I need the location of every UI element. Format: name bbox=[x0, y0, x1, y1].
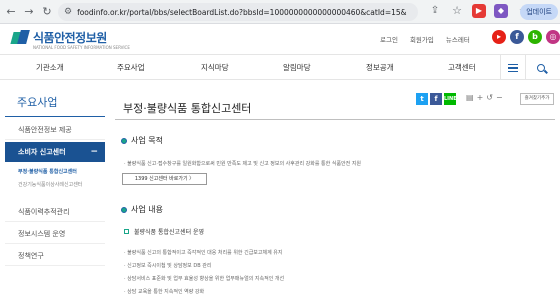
sidebar-item-traceability[interactable]: 식품이력추적관리 bbox=[5, 202, 105, 222]
report-center-link-button[interactable]: 1399 신고센터 바로가기 〉 bbox=[122, 173, 207, 185]
section-heading-text: 사업 목적 bbox=[131, 136, 163, 145]
twitter-icon[interactable]: t bbox=[416, 93, 428, 105]
update-button[interactable]: 업데이트 bbox=[520, 4, 558, 20]
sidebar-item-food-safety-info[interactable]: 식품안전정보 제공 bbox=[5, 120, 105, 140]
extension-purple-icon[interactable]: ◆ bbox=[494, 4, 508, 18]
sidebar-item-info-system[interactable]: 정보시스템 운영 bbox=[5, 224, 105, 244]
section-content-heading: 사업 내용 bbox=[121, 204, 163, 215]
sidebar-item-policy-research[interactable]: 정책연구 bbox=[5, 246, 105, 266]
logo-mark-icon bbox=[10, 29, 30, 46]
list-item: · 상담 교육을 통한 지속적인 역량 강화 bbox=[124, 289, 205, 295]
zoom-in-icon[interactable]: + bbox=[477, 93, 484, 102]
collapse-icon[interactable]: − bbox=[90, 142, 98, 162]
signup-link[interactable]: 회원가입 bbox=[410, 34, 434, 44]
extension-red-icon[interactable]: ▶ bbox=[472, 4, 486, 18]
site-logo[interactable]: 식품안전정보원 bbox=[10, 29, 107, 46]
sidebar-divider bbox=[5, 116, 105, 117]
zoom-reset-icon[interactable]: ↺ bbox=[486, 93, 493, 102]
newsletter-link[interactable]: 뉴스레터 bbox=[446, 34, 470, 44]
share-page-icon[interactable]: ⇪ bbox=[428, 4, 442, 18]
sidebar-subitem-fraud-report[interactable]: 부정·불량식품 통합신고센터 bbox=[5, 168, 105, 175]
blog-icon[interactable]: b bbox=[528, 30, 542, 44]
facebook-icon[interactable]: f bbox=[510, 30, 524, 44]
sidebar-item-label: 소비자 신고센터 bbox=[18, 148, 66, 156]
section-purpose-heading: 사업 목적 bbox=[121, 135, 163, 146]
title-divider bbox=[115, 119, 555, 120]
subsection-heading: 불량식품 통합신고센터 운영 bbox=[124, 227, 204, 236]
list-item: · 신고정보 즉시이첩 및 상담정보 DB 관리 bbox=[124, 263, 212, 269]
bookmark-star-icon[interactable]: ☆ bbox=[450, 4, 464, 18]
reload-icon[interactable]: ↻ bbox=[40, 5, 54, 19]
add-favorite-button[interactable]: 즐겨찾기추가 bbox=[520, 93, 554, 105]
sidebar-subitem-health-food-report[interactable]: 건강기능식품이상사례신고센터 bbox=[5, 181, 105, 188]
address-bar[interactable]: ⚙ foodinfo.or.kr/portal/bbs/selectBoardL… bbox=[58, 3, 418, 21]
print-icon[interactable]: ▤ bbox=[466, 93, 474, 102]
browser-toolbar: ← → ↻ ⚙ foodinfo.or.kr/portal/bbs/select… bbox=[0, 0, 560, 24]
site-info-icon[interactable]: ⚙ bbox=[64, 7, 72, 17]
list-item: · 불량식품 신고의 통합적이고 즉각적인 대응 처리를 위한 긴급보고체계 유… bbox=[124, 250, 283, 256]
checkbox-square-icon bbox=[124, 229, 129, 234]
forward-icon[interactable]: → bbox=[22, 5, 36, 19]
sidebar-item-consumer-report[interactable]: 소비자 신고센터 − bbox=[5, 142, 105, 162]
global-nav: 기관소개 주요사업 지식마당 알림마당 정보공개 고객센터 bbox=[0, 54, 560, 80]
all-menu-button[interactable] bbox=[500, 55, 526, 80]
section-bullet-icon bbox=[121, 206, 127, 213]
back-icon[interactable]: ← bbox=[4, 5, 18, 19]
search-icon bbox=[537, 63, 545, 72]
section-heading-text: 사업 내용 bbox=[131, 205, 163, 214]
main-content: 부정·불량식품 통합신고센터 t f LINE ▤ + ↺ − 즐겨찾기추가 사… bbox=[110, 80, 560, 297]
login-link[interactable]: 로그인 bbox=[380, 34, 398, 44]
logo-text: 식품안전정보원 bbox=[33, 31, 107, 45]
page-title: 부정·불량식품 통합신고센터 bbox=[123, 102, 252, 115]
url-text: foodinfo.or.kr/portal/bbs/selectBoardLis… bbox=[77, 7, 407, 17]
zoom-out-icon[interactable]: − bbox=[496, 93, 503, 102]
list-item: · 상담서비스 표준화 및 업무 효율성 향상을 위한 업무매뉴얼의 지속적인 … bbox=[124, 276, 285, 282]
instagram-icon[interactable]: ◎ bbox=[546, 30, 560, 44]
subsection-heading-text: 불량식품 통합신고센터 운영 bbox=[134, 229, 205, 236]
gnb-item-business[interactable]: 주요사업 bbox=[117, 55, 145, 80]
gnb-item-notice[interactable]: 알림마당 bbox=[283, 55, 311, 80]
gnb-item-customer[interactable]: 고객센터 bbox=[448, 55, 476, 80]
line-icon[interactable]: LINE bbox=[444, 93, 457, 105]
logo-subtitle: NATIONAL FOOD SAFETY INFORMATION SERVICE bbox=[33, 45, 130, 50]
purpose-text: · 불량식품 신고·접수창구를 일원화함으로써 민원 만족도 제고 및 신고 정… bbox=[124, 161, 362, 167]
gnb-item-knowledge[interactable]: 지식마당 bbox=[201, 55, 229, 80]
gnb-item-about[interactable]: 기관소개 bbox=[36, 55, 64, 80]
hamburger-icon bbox=[508, 63, 518, 72]
facebook-share-icon[interactable]: f bbox=[430, 93, 442, 105]
sidebar: 주요사업 식품안전정보 제공 소비자 신고센터 − 부정·불량식품 통합신고센터… bbox=[0, 80, 110, 297]
youtube-icon[interactable]: ▸ bbox=[492, 30, 506, 44]
sidebar-title: 주요사업 bbox=[17, 96, 58, 109]
gnb-item-disclosure[interactable]: 정보공개 bbox=[366, 55, 394, 80]
section-bullet-icon bbox=[121, 137, 127, 144]
site-header: 식품안전정보원 NATIONAL FOOD SAFETY INFORMATION… bbox=[0, 24, 560, 54]
search-button[interactable] bbox=[528, 55, 554, 80]
